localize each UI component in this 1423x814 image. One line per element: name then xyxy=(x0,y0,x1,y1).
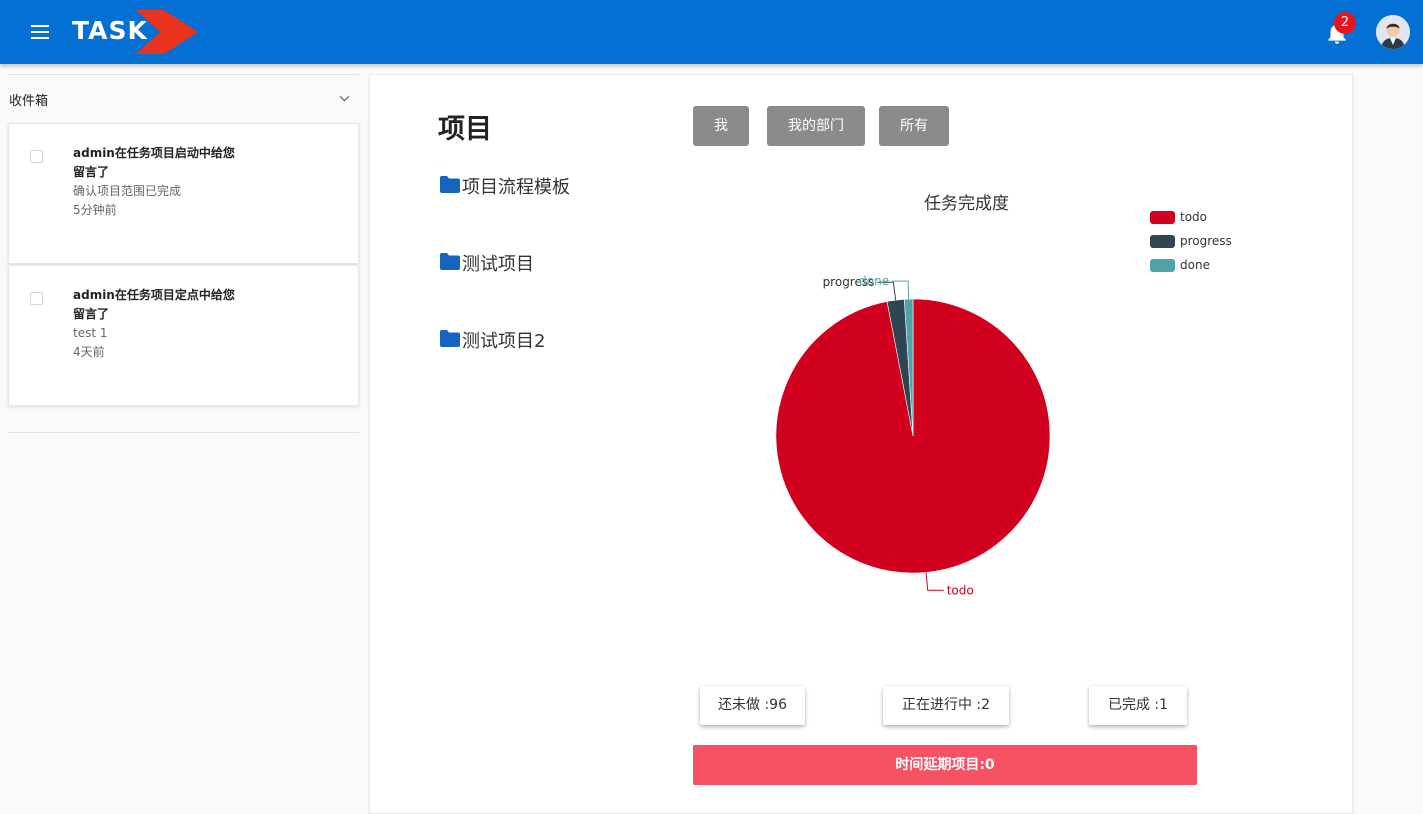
message-time: 5分钟前 xyxy=(73,203,117,217)
pie-label-done: done xyxy=(859,274,889,288)
notification-count-badge: 2 xyxy=(1334,12,1356,34)
chevron-down-icon[interactable] xyxy=(338,92,351,105)
inbox-title: 收件箱 xyxy=(9,94,49,109)
message-body: test 1 xyxy=(73,326,108,340)
message-card[interactable]: admin在任务项目定点中给您留言了 test 1 4天前 xyxy=(8,265,359,406)
task-completion-pie-chart: todoprogressdone xyxy=(775,274,1051,597)
main-panel: 项目 项目流程模板 测试项目 测试项目2 我 我的部门 所有 任务完成度 tod… xyxy=(369,74,1353,814)
user-avatar[interactable] xyxy=(1376,15,1410,49)
pie-label-todo: todo xyxy=(947,583,974,597)
delayed-projects-bar[interactable]: 时间延期项目:0 xyxy=(693,745,1197,785)
message-checkbox[interactable] xyxy=(30,150,43,163)
message-checkbox[interactable] xyxy=(30,292,43,305)
in-progress-count-button[interactable]: 正在进行中 :2 xyxy=(883,686,1009,725)
logo-text: TASK xyxy=(72,16,148,45)
top-app-bar: TASK 2 xyxy=(0,0,1423,64)
message-title: admin在任务项目定点中给您留言了 xyxy=(73,288,235,321)
message-title: admin在任务项目启动中给您留言了 xyxy=(73,146,235,179)
todo-count-button[interactable]: 还未做 :96 xyxy=(700,686,805,725)
done-count-button[interactable]: 已完成 :1 xyxy=(1089,686,1187,725)
message-card[interactable]: admin在任务项目启动中给您留言了 确认项目范围已完成 5分钟前 xyxy=(8,123,359,264)
message-body: 确认项目范围已完成 xyxy=(73,184,182,198)
divider xyxy=(8,74,359,75)
menu-icon[interactable] xyxy=(22,18,58,46)
message-time: 4天前 xyxy=(73,345,105,359)
divider xyxy=(8,432,359,433)
task-logo[interactable]: TASK xyxy=(70,6,202,58)
inbox-header[interactable]: 收件箱 xyxy=(8,84,359,114)
pie-label-line-todo xyxy=(925,572,944,591)
